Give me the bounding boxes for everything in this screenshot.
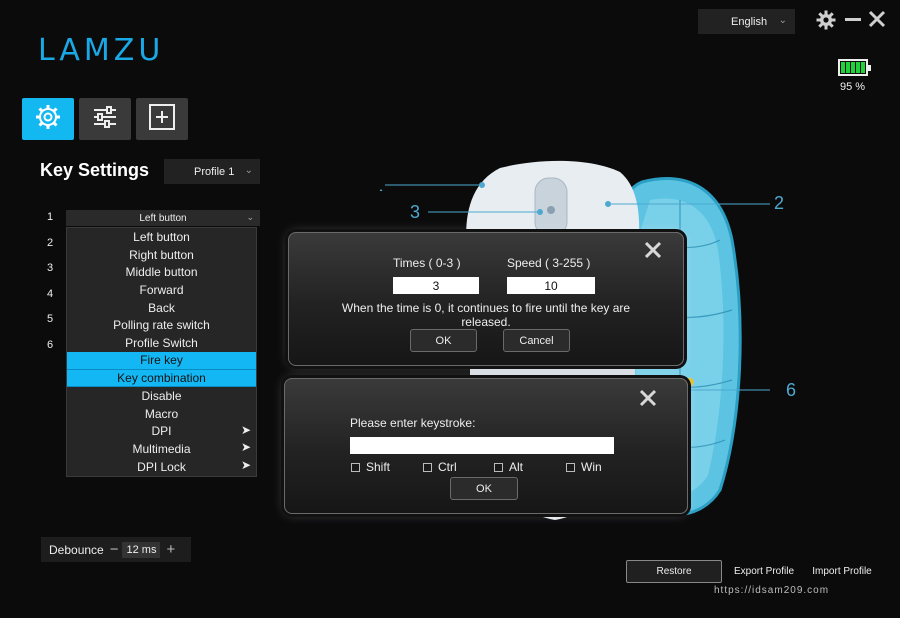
dropdown-item[interactable]: Disable bbox=[67, 387, 256, 405]
chevron-right-icon: ➤ bbox=[240, 422, 251, 437]
chevron-down-icon: ⌄ bbox=[778, 15, 787, 26]
speed-input[interactable]: 10 bbox=[507, 277, 595, 294]
import-profile-button[interactable]: Import Profile bbox=[806, 560, 878, 583]
mouse-callout-2: 2 bbox=[774, 193, 785, 213]
dropdown-item-label: Forward bbox=[139, 282, 184, 297]
dropdown-item-label: Macro bbox=[144, 406, 179, 421]
plus-icon[interactable]: + bbox=[166, 541, 175, 558]
mouse-callout-6: 6 bbox=[786, 380, 797, 400]
app-logo: LAMZU bbox=[38, 33, 165, 68]
keystroke-input[interactable] bbox=[350, 437, 614, 454]
times-input[interactable]: 3 bbox=[393, 277, 479, 294]
settings-icon bbox=[35, 104, 61, 135]
chevron-right-icon: ➤ bbox=[240, 440, 251, 455]
tab-key-settings[interactable] bbox=[22, 98, 74, 140]
times-label: Times ( 0-3 ) bbox=[393, 256, 461, 270]
dropdown-item-label: DPI bbox=[151, 424, 172, 439]
profile-select[interactable]: Profile 1 ⌄ bbox=[164, 159, 260, 184]
gear-icon[interactable] bbox=[815, 10, 837, 32]
debounce-label: Debounce bbox=[49, 542, 104, 557]
dropdown-item-dpi-lock[interactable]: DPI Lock ➤ bbox=[67, 458, 256, 476]
dropdown-item-label: Right button bbox=[129, 247, 194, 262]
key-combination-dialog: Please enter keystroke: Shift Ctrl Alt W… bbox=[284, 378, 688, 514]
minus-icon[interactable]: − bbox=[110, 541, 119, 558]
dropdown-item[interactable]: Polling rate switch bbox=[67, 316, 256, 334]
profile-value: Profile 1 bbox=[194, 165, 235, 178]
checkbox-label: Win bbox=[581, 460, 602, 474]
row-number: 6 bbox=[47, 339, 54, 351]
chevron-right-icon: ➤ bbox=[240, 457, 251, 472]
debounce-control: Debounce − 12 ms + bbox=[41, 537, 191, 562]
mouse-callout-3: 3 bbox=[410, 202, 420, 222]
dropdown-item-label: Back bbox=[148, 300, 175, 315]
dropdown-item[interactable]: Macro bbox=[67, 405, 256, 423]
dropdown-item-label: Key combination bbox=[117, 370, 206, 385]
minimize-icon[interactable] bbox=[842, 10, 864, 32]
checkbox-label: Shift bbox=[366, 460, 391, 474]
add-macro-icon bbox=[149, 103, 175, 135]
dropdown-item-label: Fire key bbox=[140, 353, 183, 368]
dropdown-item-label: Middle button bbox=[125, 265, 198, 280]
dropdown-item[interactable]: Back bbox=[67, 299, 256, 317]
close-icon[interactable] bbox=[866, 10, 888, 32]
chevron-down-icon: ⌄ bbox=[244, 165, 253, 176]
shift-checkbox[interactable]: Shift bbox=[351, 460, 390, 474]
dropdown-item-label: Left button bbox=[133, 229, 190, 244]
close-icon[interactable] bbox=[639, 389, 657, 411]
tab-macro[interactable] bbox=[136, 98, 188, 140]
dropdown-item-label: Multimedia bbox=[132, 442, 191, 457]
chevron-down-icon: ⌄ bbox=[246, 212, 254, 222]
tab-performance[interactable] bbox=[79, 98, 131, 140]
row-number: 5 bbox=[47, 313, 54, 325]
dropdown-item-label: Polling rate switch bbox=[113, 318, 210, 333]
fire-key-dialog: Times ( 0-3 ) 3 Speed ( 3-255 ) 10 When … bbox=[288, 232, 684, 366]
restore-button[interactable]: Restore bbox=[626, 560, 722, 583]
dropdown-item[interactable]: Right button bbox=[67, 246, 256, 264]
debounce-value: 12 ms bbox=[122, 541, 161, 558]
keystroke-prompt: Please enter keystroke: bbox=[350, 416, 476, 430]
row-number: 4 bbox=[47, 288, 54, 300]
language-select[interactable]: English ⌄ bbox=[698, 9, 795, 34]
dropdown-item-label: Disable bbox=[141, 389, 182, 404]
close-icon[interactable] bbox=[644, 241, 662, 263]
cancel-button[interactable]: Cancel bbox=[503, 329, 570, 352]
watermark: https://idsam209.com bbox=[714, 585, 830, 596]
fire-note: When the time is 0, it continues to fire… bbox=[341, 301, 631, 329]
dropdown-item[interactable]: Middle button bbox=[67, 263, 256, 281]
mouse-callout-1: 1 bbox=[380, 175, 383, 195]
export-profile-button[interactable]: Export Profile bbox=[728, 560, 800, 583]
dropdown-item-key-combination[interactable]: Key combination bbox=[67, 369, 256, 388]
battery-percent: 95 % bbox=[840, 81, 866, 93]
ok-button[interactable]: OK bbox=[410, 329, 477, 352]
key-1-value: Left button bbox=[139, 212, 187, 224]
language-value: English bbox=[731, 15, 768, 28]
page-title: Key Settings bbox=[40, 160, 150, 180]
dropdown-item-dpi[interactable]: DPI ➤ bbox=[67, 423, 256, 441]
dropdown-item[interactable]: Forward bbox=[67, 281, 256, 299]
ctrl-checkbox[interactable]: Ctrl bbox=[423, 460, 457, 474]
ok-button[interactable]: OK bbox=[450, 477, 518, 500]
checkbox-label: Alt bbox=[509, 460, 524, 474]
dropdown-item-label: DPI Lock bbox=[137, 459, 186, 474]
dropdown-item-fire-key[interactable]: Fire key bbox=[67, 351, 256, 370]
alt-checkbox[interactable]: Alt bbox=[494, 460, 523, 474]
row-number: 1 bbox=[47, 211, 54, 223]
dropdown-item[interactable]: Profile Switch bbox=[67, 334, 256, 352]
sliders-icon bbox=[92, 105, 118, 134]
speed-label: Speed ( 3-255 ) bbox=[507, 256, 591, 270]
win-checkbox[interactable]: Win bbox=[566, 460, 602, 474]
dropdown-item[interactable]: Left button bbox=[67, 228, 256, 246]
row-number: 3 bbox=[47, 262, 54, 274]
battery-indicator bbox=[838, 59, 871, 76]
key-function-dropdown: Left button Right button Middle button F… bbox=[66, 227, 257, 477]
checkbox-label: Ctrl bbox=[438, 460, 457, 474]
key-1-select[interactable]: Left button ⌄ bbox=[66, 210, 260, 226]
row-number: 2 bbox=[47, 237, 54, 249]
dropdown-item-multimedia[interactable]: Multimedia ➤ bbox=[67, 440, 256, 458]
dropdown-item-label: Profile Switch bbox=[125, 335, 198, 350]
